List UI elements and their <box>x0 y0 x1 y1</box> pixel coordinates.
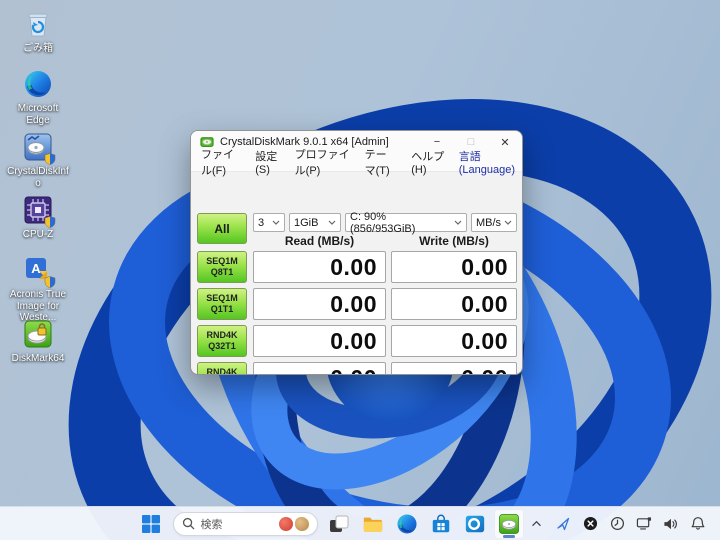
desktop-icon-label: ごみ箱 <box>23 43 53 54</box>
tray-volume-button[interactable] <box>659 511 683 537</box>
taskbar: 検索 <box>0 506 720 540</box>
acronis-icon: A <box>22 254 56 288</box>
chevron-down-icon <box>454 220 462 225</box>
desktop-icon-cpuz[interactable]: CPU-Z <box>8 194 68 241</box>
all-test-button[interactable]: All <box>197 213 247 244</box>
rnd4k-q1t1-write-value: 0.00 <box>391 362 517 374</box>
test-size-dropdown[interactable]: 1GiB <box>289 213 341 232</box>
crystaldiskinfo-icon <box>22 131 56 165</box>
tray-app-x-button[interactable] <box>578 511 602 537</box>
outlook-icon <box>465 515 485 532</box>
seq1m-q1t1-button[interactable]: SEQ1M Q1T1 <box>197 288 247 320</box>
chevron-up-icon <box>531 520 541 527</box>
bell-icon <box>691 517 705 530</box>
rnd4k-q32t1-button[interactable]: RND4K Q32T1 <box>197 325 247 357</box>
search-icon <box>182 517 194 530</box>
tray-location-arrow-button[interactable] <box>551 511 575 537</box>
desktop-icon-edge[interactable]: Microsoft Edge <box>8 68 68 126</box>
microsoft-store-button[interactable] <box>426 509 456 539</box>
desktop-icon-label: Microsoft Edge <box>17 103 59 126</box>
tray-chevron-up-button[interactable] <box>524 511 548 537</box>
test-size-value: 1GiB <box>294 216 319 229</box>
clock-icon <box>610 516 624 531</box>
task-view-button[interactable] <box>324 509 354 539</box>
beans-icon[interactable] <box>295 516 309 531</box>
test-count-value: 3 <box>258 216 265 229</box>
windows-logo-icon <box>142 514 161 533</box>
desktop-icon-diskmark64[interactable]: DiskMark64 <box>8 318 68 365</box>
unit-dropdown[interactable]: MB/s <box>471 213 517 232</box>
rnd4k-q32t1-read-value: 0.00 <box>253 325 386 357</box>
test-count-dropdown[interactable]: 3 <box>253 213 285 232</box>
seq1m-q8t1-write-value: 0.00 <box>391 251 517 283</box>
window-client-area: All 3 1GiB C: 90% (856/953GiB) MB/s Read… <box>191 172 522 374</box>
desktop-icon-crystaldiskinfo[interactable]: CrystalDiskInfo <box>7 131 69 189</box>
microsoft-store-icon <box>432 514 450 532</box>
file-explorer-icon <box>363 517 383 532</box>
edge-icon <box>397 513 417 534</box>
chevron-down-icon <box>504 220 512 225</box>
desktop-icon-label: CrystalDiskInfo <box>7 166 69 189</box>
seq1m-q1t1-write-value: 0.00 <box>391 288 517 320</box>
rnd4k-q1t1-read-value: 0.00 <box>253 362 386 374</box>
tray-clock-button[interactable] <box>605 511 629 537</box>
start-button[interactable] <box>138 509 165 539</box>
uac-shield-icon <box>44 276 56 288</box>
uac-shield-icon <box>44 216 56 228</box>
desktop-icon-acronis[interactable]: A Acronis True Image for Weste... <box>8 254 68 324</box>
crystaldiskmark-window: CrystalDiskMark 9.0.1 x64 [Admin] − □ ✕ … <box>190 130 523 375</box>
tray-notifications-button[interactable] <box>686 511 710 537</box>
black-circle-x-icon <box>583 516 597 531</box>
running-indicator <box>503 534 515 538</box>
tray-network-button[interactable] <box>632 511 656 537</box>
target-drive-dropdown[interactable]: C: 90% (856/953GiB) <box>345 210 467 235</box>
unit-value: MB/s <box>476 216 502 229</box>
network-display-icon <box>636 517 652 530</box>
seq1m-q8t1-read-value: 0.00 <box>253 251 386 283</box>
recycle-bin-icon <box>22 8 54 40</box>
target-drive-value: C: 90% (856/953GiB) <box>350 210 416 235</box>
crystaldiskmark-taskbar-button[interactable] <box>494 508 524 539</box>
file-explorer-button[interactable] <box>358 509 388 539</box>
rnd4k-q32t1-write-value: 0.00 <box>391 325 517 357</box>
search-box[interactable]: 検索 <box>172 511 318 536</box>
seq1m-q1t1-read-value: 0.00 <box>253 288 386 320</box>
desktop-icon-label: CPU-Z <box>22 229 54 240</box>
outlook-button[interactable] <box>460 509 490 539</box>
svg-text:A: A <box>31 261 41 276</box>
chevron-down-icon <box>272 220 280 225</box>
uac-shield-icon <box>44 153 56 165</box>
oni-mask-icon[interactable] <box>279 516 293 531</box>
search-input[interactable]: 検索 <box>201 516 277 532</box>
desktop-icon-recycle-bin[interactable]: ごみ箱 <box>8 8 68 55</box>
chevron-down-icon <box>328 220 336 225</box>
location-arrow-icon <box>557 517 570 530</box>
edge-icon <box>22 68 54 100</box>
speaker-icon <box>664 518 677 529</box>
rnd4k-q1t1-button[interactable]: RND4KQ1T1 <box>197 362 247 374</box>
desktop-icon-label: DiskMark64 <box>11 353 65 364</box>
cpuz-icon <box>22 194 56 228</box>
crystaldiskmark-icon <box>499 513 519 534</box>
read-column-header: Read (MB/s) <box>284 234 355 248</box>
seq1m-q8t1-button[interactable]: SEQ1M Q8T1 <box>197 251 247 283</box>
menu-bar: ファイル(F) 設定(S) プロファイル(P) テーマ(T) ヘルプ(H) 言語… <box>191 149 522 177</box>
write-column-header: Write (MB/s) <box>419 234 489 248</box>
diskmark64-icon <box>22 318 54 350</box>
edge-button[interactable] <box>392 509 422 539</box>
task-view-icon <box>330 515 349 532</box>
